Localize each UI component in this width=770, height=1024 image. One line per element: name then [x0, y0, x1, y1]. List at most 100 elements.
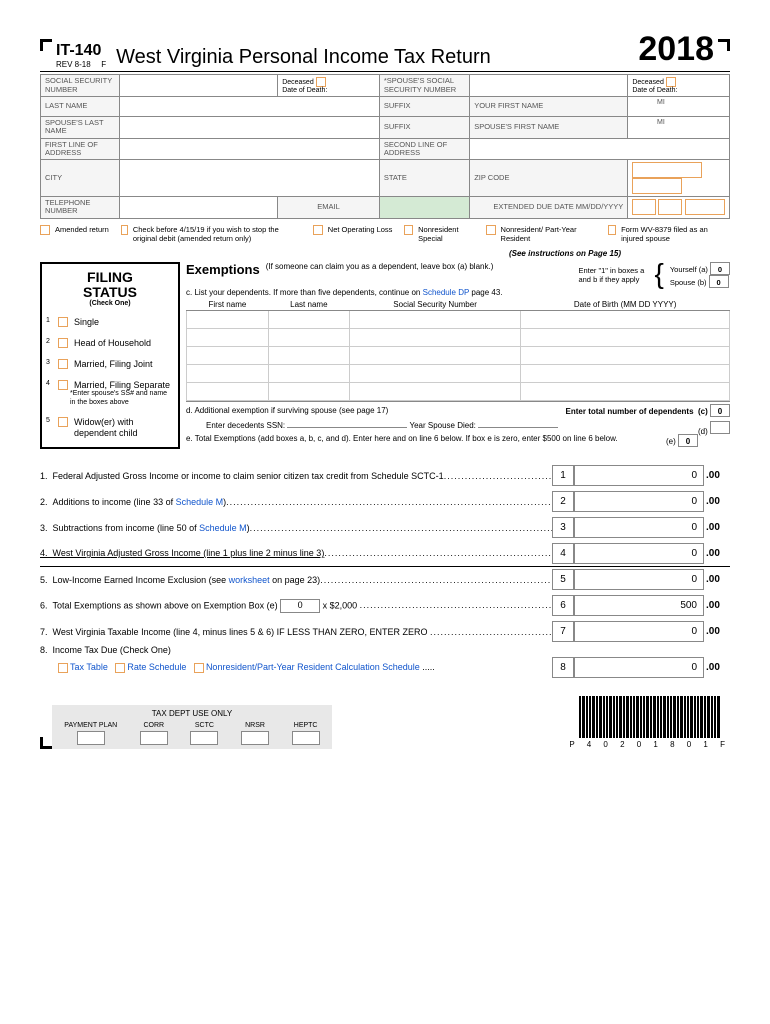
form-header: IT-140 REV 8-18 F West Virginia Personal… — [40, 30, 730, 72]
dept-use-box: TAX DEPT USE ONLY PAYMENT PLAN CORR SCTC… — [52, 705, 332, 749]
line-8-label: Income Tax Due (Check One) — [53, 645, 171, 655]
nonres-special-checkbox[interactable]: Nonresident Special — [404, 225, 474, 243]
worksheet-link[interactable]: worksheet — [229, 575, 270, 585]
line-2: 2. Additions to income (line 33 of Sched… — [40, 489, 730, 515]
heptc-box — [292, 731, 320, 745]
box-e[interactable]: 0 — [678, 434, 698, 447]
box-d[interactable] — [710, 421, 730, 434]
line-6-amount[interactable]: 500 — [574, 595, 704, 616]
filing-opt-single[interactable]: 1Single — [46, 317, 174, 328]
firstname-field[interactable]: MI — [628, 97, 730, 117]
line-8: Tax Table Rate Schedule Nonresident/Part… — [40, 655, 730, 681]
income-lines: 1. Federal Adjusted Gross Income or inco… — [40, 463, 730, 681]
filing-title1: FILING — [46, 270, 174, 285]
schedule-m-link2[interactable]: Schedule M — [199, 523, 247, 533]
spouse-last-label: SPOUSE'S LAST NAME — [41, 117, 120, 139]
line-8-amount[interactable]: 0 — [574, 657, 704, 678]
filing-opt-hoh[interactable]: 2Head of Household — [46, 338, 174, 349]
nol-checkbox[interactable]: Net Operating Loss — [313, 225, 393, 235]
deceased-spouse[interactable]: Deceased Date of Death: — [628, 75, 730, 97]
enter1-label: Enter "1" in boxes a and b if they apply — [578, 266, 648, 284]
line-5-amount[interactable]: 0 — [574, 569, 704, 590]
box-a[interactable]: 0 — [710, 262, 730, 275]
return-options-row: Amended return Check before 4/15/19 if y… — [40, 219, 730, 249]
nonres-part-checkbox[interactable]: Nonresident/ Part-Year Resident — [486, 225, 596, 243]
box-c[interactable]: 0 — [710, 404, 730, 417]
dep-row[interactable] — [187, 382, 730, 400]
col-ssn: Social Security Number — [349, 299, 521, 311]
phone-field[interactable] — [120, 197, 278, 219]
filing-opt-widow[interactable]: 5Widow(er) with dependent child — [46, 417, 174, 439]
phone-label: TELEPHONE NUMBER — [41, 197, 120, 219]
spouse-ssn-field[interactable] — [470, 75, 628, 97]
decedent-ssn-field[interactable] — [287, 427, 407, 428]
deceased-self[interactable]: Deceased Date of Death: — [278, 75, 380, 97]
line-1: 1. Federal Adjusted Gross Income or inco… — [40, 463, 730, 489]
box-b[interactable]: 0 — [709, 275, 729, 288]
exemptions-block: Exemptions (If someone can claim you as … — [186, 262, 730, 449]
barcode-bars — [569, 696, 730, 738]
brace-icon: { — [654, 266, 663, 283]
addr2-field[interactable] — [470, 138, 730, 160]
dept-use-title: TAX DEPT USE ONLY — [56, 709, 328, 718]
rate-schedule-checkbox[interactable] — [115, 663, 125, 673]
line-3-amount[interactable]: 0 — [574, 517, 704, 538]
dep-row[interactable] — [187, 310, 730, 328]
year-died-field[interactable] — [478, 427, 558, 428]
nonres-calc-checkbox[interactable] — [194, 663, 204, 673]
schedule-dp-link[interactable]: Schedule DP — [423, 288, 470, 297]
exemption-count-box[interactable]: 0 — [280, 599, 320, 613]
crop-mark-tr — [718, 39, 730, 51]
email-field[interactable] — [379, 197, 469, 219]
tax-year: 2018 — [638, 30, 714, 69]
ext-dd[interactable] — [658, 199, 682, 215]
filing-opt-mfs[interactable]: 4Married, Filing Separate — [46, 380, 174, 391]
ssn-field[interactable] — [120, 75, 278, 97]
col-firstname: First name — [187, 299, 269, 311]
ext-yyyy[interactable] — [685, 199, 725, 215]
city-field[interactable] — [120, 160, 380, 197]
check-one-label: (Check One) — [46, 300, 174, 307]
zip-field[interactable] — [628, 160, 730, 197]
line-1-amount[interactable]: 0 — [574, 465, 704, 486]
corr-box — [140, 731, 168, 745]
zip-input[interactable] — [632, 162, 702, 178]
email-label: EMAIL — [278, 197, 380, 219]
filing-opt-mfj[interactable]: 3Married, Filing Joint — [46, 359, 174, 370]
dep-row[interactable] — [187, 328, 730, 346]
city-label: CITY — [41, 160, 120, 197]
spouse-last-field[interactable] — [120, 117, 380, 139]
dep-row[interactable] — [187, 346, 730, 364]
addr1-field[interactable] — [120, 138, 380, 160]
line-7-amount[interactable]: 0 — [574, 621, 704, 642]
amended-checkbox[interactable]: Amended return — [40, 225, 109, 235]
line-4-amount[interactable]: 0 — [574, 543, 704, 564]
zip4-input[interactable] — [632, 178, 682, 194]
crop-mark-tl — [40, 39, 52, 51]
spouse-first-label: SPOUSE'S FIRST NAME — [470, 117, 628, 139]
stop-debit-checkbox[interactable]: Check before 4/15/19 if you wish to stop… — [121, 225, 301, 243]
line-4: 4. West Virginia Adjusted Gross Income (… — [40, 541, 730, 567]
mfs-note: *Enter spouse's SS# and name in the boxe… — [70, 390, 174, 407]
ext-mm[interactable] — [632, 199, 656, 215]
type-code: F — [101, 60, 106, 69]
line-2-amount[interactable]: 0 — [574, 491, 704, 512]
exemptions-title: Exemptions — [186, 262, 260, 277]
extdue-field[interactable] — [628, 197, 730, 219]
line-7: 7. West Virginia Taxable Income (line 4,… — [40, 619, 730, 645]
exemptions-note: (If someone can claim you as a dependent… — [266, 262, 494, 271]
decedents-line: Enter decedents SSN: Year Spouse Died: (… — [186, 419, 730, 432]
crop-mark-bl — [40, 737, 52, 749]
spouse-first-field[interactable]: MI — [628, 117, 730, 139]
schedule-m-link[interactable]: Schedule M — [176, 497, 224, 507]
dep-row[interactable] — [187, 364, 730, 382]
lastname-field[interactable] — [120, 97, 380, 117]
tax-table-checkbox[interactable] — [58, 663, 68, 673]
barcode: P 4 0 2 0 1 8 0 1 F — [569, 696, 730, 749]
payment-plan-box — [77, 731, 105, 745]
spouse-ssn-label: *SPOUSE'S SOCIAL SECURITY NUMBER — [379, 75, 469, 97]
zip-label: ZIP CODE — [470, 160, 628, 197]
wv8379-checkbox[interactable]: Form WV-8379 filed as an injured spouse — [608, 225, 718, 243]
line-3: 3. Subtractions from income (line 50 of … — [40, 515, 730, 541]
ssn-label: SOCIAL SECURITY NUMBER — [41, 75, 120, 97]
